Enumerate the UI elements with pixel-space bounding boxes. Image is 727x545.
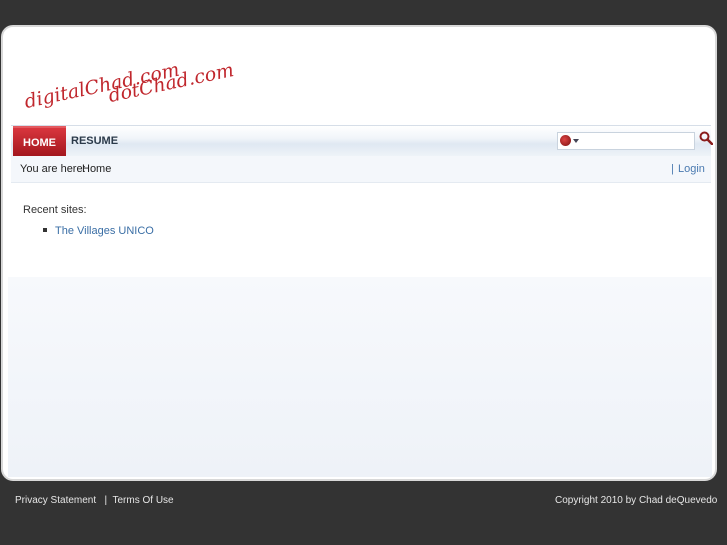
login-link[interactable]: Login <box>678 163 705 175</box>
chevron-down-icon[interactable] <box>573 139 579 143</box>
privacy-link[interactable]: Privacy Statement <box>15 495 96 506</box>
breadcrumb: You are here: Home | Login <box>11 156 711 183</box>
breadcrumb-current: Home <box>82 163 112 175</box>
recent-sites-label: Recent sites: <box>23 204 87 216</box>
page-card: digitalChad.com dotChad.com HOME RESUME … <box>1 25 717 481</box>
content-background <box>8 277 712 477</box>
footer-links: Privacy Statement | Terms Of Use <box>15 495 174 506</box>
list-bullet-icon <box>43 228 47 232</box>
nav-resume-tab[interactable]: RESUME <box>61 126 128 156</box>
breadcrumb-label: You are here: <box>20 163 86 175</box>
main-navigation: HOME RESUME <box>11 125 713 157</box>
terms-link[interactable]: Terms Of Use <box>113 495 174 506</box>
login-separator: | <box>671 163 674 175</box>
footer-separator: | <box>104 495 108 506</box>
search-input[interactable] <box>582 133 696 149</box>
recent-site-link[interactable]: The Villages UNICO <box>55 225 154 237</box>
copyright-text: Copyright 2010 by Chad deQuevedo <box>555 495 718 506</box>
flag-icon[interactable] <box>560 135 571 146</box>
nav-home-tab[interactable]: HOME <box>13 126 66 156</box>
main-content: Recent sites: The Villages UNICO <box>8 185 712 269</box>
search-icon[interactable] <box>699 131 713 145</box>
search-box <box>557 132 696 150</box>
